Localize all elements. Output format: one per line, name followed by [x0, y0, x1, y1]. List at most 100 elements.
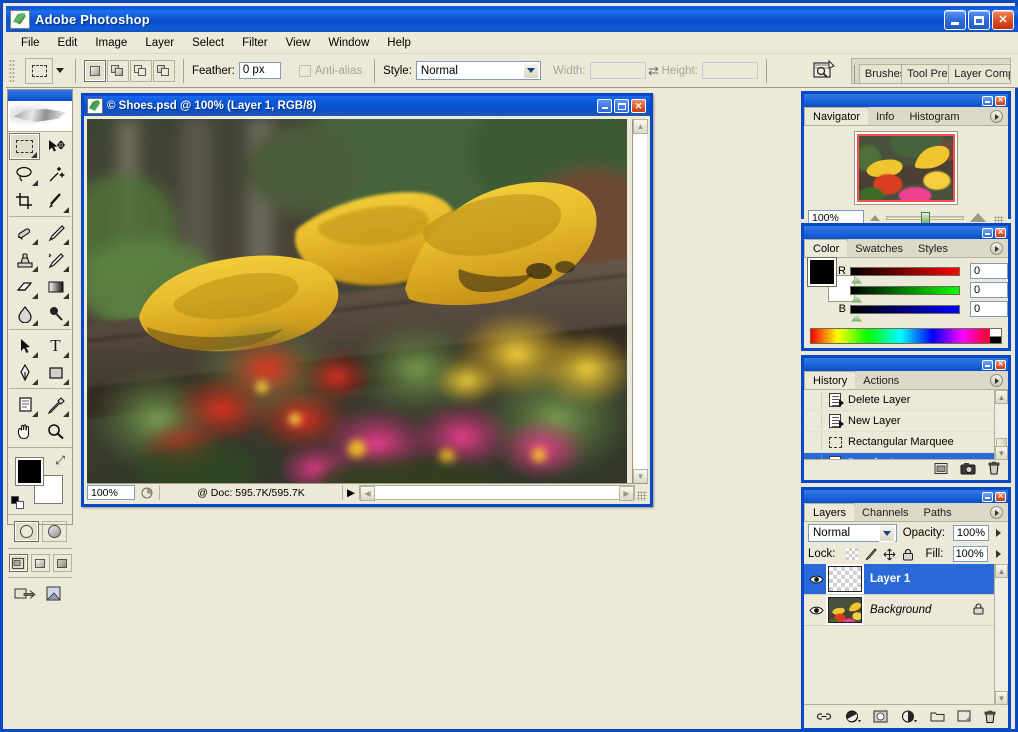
- new-document-from-state-icon[interactable]: [934, 462, 948, 478]
- layers-scrollbar[interactable]: ▲ ▼: [994, 564, 1008, 705]
- zoom-in-icon[interactable]: [970, 213, 986, 222]
- r-slider[interactable]: [850, 267, 960, 276]
- scroll-left-button[interactable]: ◀: [360, 486, 375, 501]
- rectangular-marquee-tool[interactable]: [9, 133, 40, 160]
- tab-color[interactable]: Color: [804, 239, 848, 257]
- type-tool[interactable]: T: [40, 332, 71, 359]
- intersect-with-selection-button[interactable]: [153, 60, 175, 82]
- panel-menu-icon[interactable]: [990, 242, 1003, 255]
- fill-input[interactable]: 100%: [953, 546, 987, 562]
- history-brush-tool[interactable]: [40, 246, 71, 273]
- delete-state-icon[interactable]: [988, 461, 1000, 478]
- width-input[interactable]: [590, 62, 646, 79]
- tab-navigator[interactable]: Navigator: [804, 107, 869, 125]
- zoom-tool[interactable]: [40, 418, 71, 445]
- tab-layers[interactable]: Layers: [804, 503, 855, 521]
- link-layers-icon[interactable]: [816, 711, 832, 722]
- tab-histogram[interactable]: Histogram: [901, 109, 967, 125]
- tab-info[interactable]: Info: [868, 109, 902, 125]
- tab-history[interactable]: History: [804, 371, 856, 389]
- history-snapshot-check[interactable]: [804, 391, 822, 409]
- path-selection-tool[interactable]: [9, 332, 40, 359]
- document-minimize-button[interactable]: [597, 99, 612, 113]
- history-scroll-down-button[interactable]: ▼: [995, 446, 1008, 460]
- full-screen-with-menubar-button[interactable]: [31, 554, 50, 572]
- zoom-level-input[interactable]: 100%: [87, 485, 135, 500]
- menu-help[interactable]: Help: [378, 34, 420, 52]
- b-value[interactable]: 0: [970, 301, 1008, 317]
- navigator-panel-titlebar[interactable]: ✕: [804, 94, 1008, 107]
- slice-tool[interactable]: [40, 187, 71, 214]
- tab-channels[interactable]: Channels: [854, 505, 916, 521]
- navigator-close-button[interactable]: ✕: [995, 96, 1006, 106]
- healing-brush-tool[interactable]: [9, 219, 40, 246]
- minimize-button[interactable]: [944, 10, 966, 30]
- maximize-button[interactable]: [968, 10, 990, 30]
- b-slider[interactable]: [850, 305, 960, 314]
- magic-wand-tool[interactable]: [40, 160, 71, 187]
- panel-menu-icon[interactable]: [990, 374, 1003, 387]
- tab-swatches[interactable]: Swatches: [847, 241, 911, 257]
- document-info-icon[interactable]: [135, 485, 160, 500]
- layer-style-icon[interactable]: [845, 710, 861, 723]
- default-colors-icon[interactable]: [11, 496, 24, 509]
- jump-to-imageready-icon[interactable]: [14, 584, 38, 609]
- brush-tool[interactable]: [40, 219, 71, 246]
- subtract-from-selection-button[interactable]: [130, 60, 152, 82]
- clone-stamp-tool[interactable]: [9, 246, 40, 273]
- style-select[interactable]: Normal: [416, 61, 541, 80]
- scroll-right-button[interactable]: ▶: [619, 486, 634, 501]
- color-close-button[interactable]: ✕: [995, 228, 1006, 238]
- hand-tool[interactable]: [9, 418, 40, 445]
- tab-actions[interactable]: Actions: [855, 373, 907, 389]
- history-snapshot-check[interactable]: [804, 433, 822, 451]
- palette-well-tab-tool-presets[interactable]: Tool Presets: [901, 64, 949, 83]
- palette-well-tab-brushes[interactable]: Brushes: [859, 64, 902, 83]
- layer-thumbnail[interactable]: [828, 597, 862, 623]
- menu-window[interactable]: Window: [319, 34, 378, 52]
- layer-mask-icon[interactable]: [873, 710, 888, 723]
- history-scrollbar[interactable]: ▲ ▼: [994, 390, 1008, 460]
- file-browser-icon[interactable]: [811, 59, 837, 83]
- status-menu-caret[interactable]: ▶: [343, 485, 359, 500]
- quick-mask-mode-button[interactable]: [42, 521, 67, 542]
- color-foreground-swatch[interactable]: [808, 258, 836, 286]
- scroll-up-button[interactable]: ▲: [633, 119, 648, 134]
- history-scroll-up-button[interactable]: ▲: [995, 390, 1008, 404]
- g-slider[interactable]: [850, 286, 960, 295]
- navigator-minimize-button[interactable]: [982, 96, 993, 106]
- b-slider-thumb[interactable]: [851, 314, 862, 322]
- rectangular-marquee-icon[interactable]: [25, 58, 53, 84]
- lock-all-icon[interactable]: [902, 548, 914, 561]
- menu-view[interactable]: View: [277, 34, 320, 52]
- layer-visibility-icon[interactable]: [804, 574, 828, 585]
- tool-preset-picker[interactable]: [53, 59, 67, 83]
- document-maximize-button[interactable]: [614, 99, 629, 113]
- crop-tool[interactable]: [9, 187, 40, 214]
- color-spectrum-ramp[interactable]: [810, 328, 1002, 344]
- color-minimize-button[interactable]: [982, 228, 993, 238]
- layer-row-background[interactable]: Background: [804, 595, 994, 626]
- document-horizontal-scrollbar[interactable]: ◀ ▶: [359, 485, 635, 500]
- layer-thumbnail[interactable]: [828, 566, 862, 592]
- layer-row-layer-1[interactable]: Layer 1: [804, 564, 994, 595]
- color-panel-titlebar[interactable]: ✕: [804, 226, 1008, 239]
- menu-edit[interactable]: Edit: [49, 34, 87, 52]
- anti-alias-checkbox[interactable]: [299, 65, 311, 77]
- delete-layer-icon[interactable]: [984, 710, 996, 723]
- navigator-zoom-slider[interactable]: [886, 216, 964, 220]
- close-button[interactable]: ✕: [992, 10, 1014, 30]
- menu-layer[interactable]: Layer: [136, 34, 183, 52]
- feather-input[interactable]: 0 px: [239, 62, 281, 79]
- history-close-button[interactable]: ✕: [995, 360, 1006, 370]
- layers-scroll-down-button[interactable]: ▼: [995, 691, 1008, 705]
- lock-position-icon[interactable]: [883, 548, 896, 561]
- notes-tool[interactable]: [9, 391, 40, 418]
- lasso-tool[interactable]: [9, 160, 40, 187]
- layer-visibility-icon[interactable]: [804, 605, 828, 616]
- fill-slider-arrow[interactable]: [994, 546, 1004, 562]
- standard-screen-mode-button[interactable]: [9, 554, 28, 572]
- history-state-row[interactable]: Rectangular Marquee: [804, 432, 994, 453]
- lock-transparent-pixels-icon[interactable]: [846, 548, 858, 561]
- eraser-tool[interactable]: [9, 273, 40, 300]
